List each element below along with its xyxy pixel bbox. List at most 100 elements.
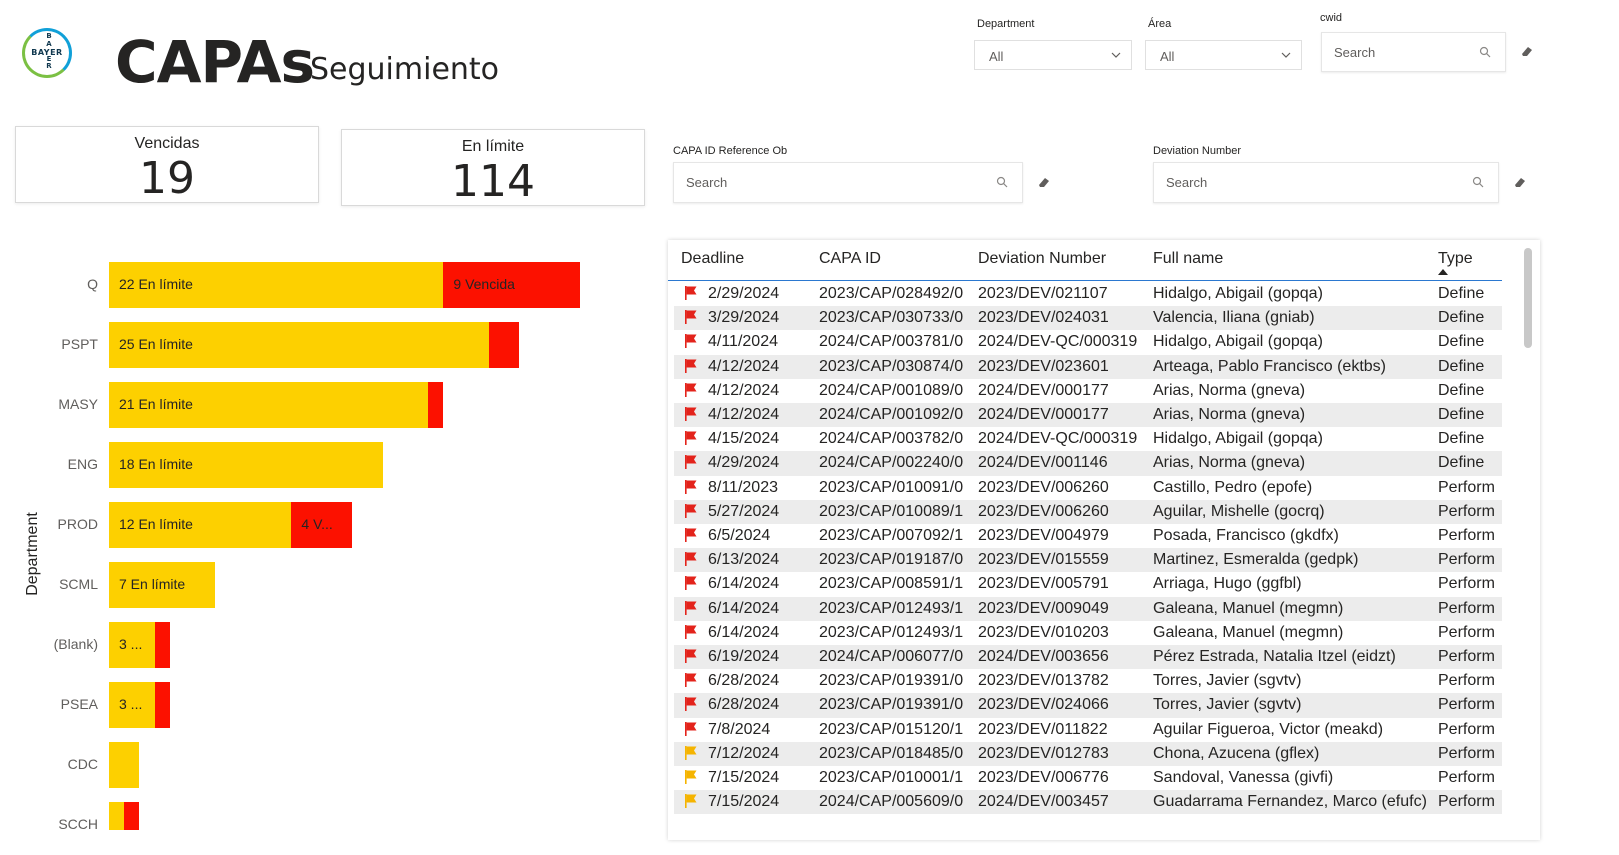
cell-type: Perform	[1438, 769, 1495, 786]
cell-deadline: 6/13/2024	[708, 551, 780, 569]
table-row[interactable]: 6/28/2024 2023/CAP/019391/0 2023/DEV/02406…	[674, 693, 1502, 718]
table-row[interactable]: 6/19/2024 2024/CAP/006077/0 2024/DEV/00365…	[674, 645, 1502, 670]
cell-dev: 2024/DEV-QC/000319	[978, 430, 1138, 448]
cell-type: Perform	[1438, 527, 1495, 544]
category-label: MASY	[58, 396, 98, 412]
cell-dev: 2023/DEV/015559	[978, 551, 1109, 569]
cell-dev: 2023/DEV/006260	[978, 478, 1109, 496]
cell-name: Arriaga, Hugo (ggfbl)	[1153, 575, 1302, 593]
table-row[interactable]: 5/27/2024 2023/CAP/010089/1 2023/DEV/00626…	[674, 499, 1502, 524]
red-flag-icon	[685, 528, 697, 542]
table-row[interactable]: 4/11/2024 2024/CAP/003781/0 2024/DEV-QC/00…	[674, 330, 1502, 354]
search-icon	[1472, 176, 1484, 188]
category-label: (Blank)	[53, 636, 98, 652]
table-row[interactable]: 7/15/2024 2023/CAP/010001/1 2023/DEV/00677…	[674, 766, 1502, 790]
cwid-search-input[interactable]: Search	[1321, 32, 1506, 72]
table-row[interactable]: 7/8/2024 2023/CAP/015120/1 2023/DEV/011822…	[674, 718, 1502, 742]
kpi-en-limite-label: En límite	[461, 138, 525, 155]
clear-selections-eraser-icon[interactable]	[1520, 44, 1534, 58]
bar-en-limite[interactable]	[109, 742, 140, 788]
cell-capa: 2023/CAP/012493/1	[819, 599, 964, 617]
column-header-deadline[interactable]: Deadline	[681, 250, 744, 268]
column-header-full-name[interactable]: Full name	[1153, 250, 1223, 268]
cell-dev: 2023/DEV/023601	[978, 357, 1109, 375]
cell-deadline: 6/5/2024	[708, 527, 771, 544]
department-dropdown[interactable]: All	[974, 40, 1132, 70]
cell-capa: 2023/CAP/015120/1	[819, 720, 964, 738]
table-row[interactable]: 4/12/2024 2024/CAP/001089/0 2024/DEV/00017…	[674, 379, 1502, 403]
table-row[interactable]: 6/5/2024 2023/CAP/007092/1 2023/DEV/004979…	[674, 524, 1502, 548]
cell-dev: 2023/DEV/011822	[978, 720, 1108, 738]
cell-name: Aguilar, Mishelle (gocrq)	[1153, 502, 1325, 520]
table-row[interactable]: 6/28/2024 2023/CAP/019391/0 2023/DEV/01378…	[674, 669, 1502, 693]
cell-dev: 2023/DEV/013782	[978, 672, 1109, 690]
cell-name: Hidalgo, Abigail (gopqa)	[1153, 430, 1323, 448]
table-row[interactable]: 4/12/2024 2023/CAP/030874/0 2023/DEV/02360…	[674, 354, 1502, 379]
cell-capa: 2023/CAP/010001/1	[819, 769, 964, 786]
red-flag-icon	[685, 503, 697, 518]
cell-dev: 2023/DEV/006776	[978, 769, 1109, 786]
cell-type: Define	[1438, 454, 1485, 472]
table-row[interactable]: 6/14/2024 2023/CAP/012493/1 2023/DEV/01020…	[674, 621, 1502, 645]
red-flag-icon	[685, 310, 697, 325]
cell-type: Perform	[1438, 502, 1495, 520]
red-flag-icon	[685, 431, 697, 446]
cell-type: Define	[1438, 285, 1485, 302]
red-flag-icon	[685, 407, 697, 421]
table-row[interactable]: 4/12/2024 2024/CAP/001092/0 2024/DEV/00017…	[674, 403, 1502, 428]
bar-vencida[interactable]	[428, 382, 444, 428]
table-row[interactable]: 2/29/2024 2023/CAP/028492/0 2023/DEV/02110…	[674, 282, 1502, 306]
cell-name: Galeana, Manuel (megmn)	[1153, 599, 1344, 617]
bar-vencida[interactable]	[154, 682, 170, 728]
bar-en-limite[interactable]	[109, 802, 125, 830]
cell-capa: 2024/CAP/005609/0	[819, 793, 964, 811]
cell-name: Arias, Norma (gneva)	[1153, 381, 1306, 399]
deviation-search-input[interactable]: Search	[1153, 162, 1499, 203]
red-flag-icon	[685, 334, 697, 349]
column-header-capa-id[interactable]: CAPA ID	[819, 250, 881, 268]
clear-selections-eraser-icon[interactable]	[1513, 175, 1527, 189]
cell-deadline: 6/28/2024	[708, 696, 780, 714]
table-row[interactable]: 4/15/2024 2024/CAP/003782/0 2024/DEV-QC/00…	[674, 427, 1502, 451]
bar-data-label: 22 En límite	[119, 276, 193, 292]
cell-type: Perform	[1438, 744, 1495, 762]
cell-capa: 2023/CAP/008591/1	[819, 575, 964, 593]
capa-table[interactable]: Deadline CAPA ID Deviation Number Full n…	[668, 240, 1540, 840]
area-dropdown[interactable]: All	[1145, 40, 1302, 70]
cell-type: Define	[1438, 357, 1485, 375]
cell-name: Arias, Norma (gneva)	[1153, 454, 1306, 472]
cell-deadline: 4/29/2024	[708, 454, 780, 472]
cell-dev: 2023/DEV/004979	[978, 527, 1109, 544]
table-row[interactable]: 6/13/2024 2023/CAP/019187/0 2023/DEV/01555…	[674, 548, 1502, 573]
bar-vencida[interactable]	[124, 802, 140, 830]
cell-type: Define	[1438, 309, 1485, 327]
kpi-vencidas-value: 19	[139, 153, 195, 204]
bar-vencida[interactable]	[154, 622, 170, 668]
cell-deadline: 6/19/2024	[708, 648, 780, 665]
search-icon	[996, 176, 1008, 188]
cell-capa: 2023/CAP/030874/0	[819, 357, 964, 375]
bar-vencida[interactable]	[489, 322, 520, 368]
cell-dev: 2024/DEV/000177	[978, 406, 1109, 423]
cell-name: Galeana, Manuel (megmn)	[1153, 623, 1344, 641]
cell-dev: 2023/DEV/009049	[978, 599, 1109, 617]
table-row[interactable]: 7/12/2024 2023/CAP/018485/0 2023/DEV/01278…	[674, 741, 1502, 766]
cell-capa: 2024/CAP/001089/0	[819, 381, 964, 399]
table-row[interactable]: 4/29/2024 2024/CAP/002240/0 2024/DEV/00114…	[674, 451, 1502, 476]
table-row[interactable]: 8/11/2023 2023/CAP/010091/0 2023/DEV/00626…	[674, 476, 1502, 500]
cell-name: Torres, Javier (sgvtv)	[1153, 672, 1302, 690]
table-row[interactable]: 6/14/2024 2023/CAP/012493/1 2023/DEV/00904…	[674, 596, 1502, 621]
cell-deadline: 8/11/2023	[708, 478, 778, 496]
clear-selections-eraser-icon[interactable]	[1037, 175, 1051, 189]
table-scrollbar[interactable]	[1524, 248, 1532, 348]
department-bar-chart[interactable]: Q 22 En límite 9 Vencida PSPT 25 En límite MA…	[0, 240, 650, 830]
department-slicer-label: Department	[977, 18, 1035, 30]
column-header-deviation-number[interactable]: Deviation Number	[978, 250, 1106, 268]
column-header-type[interactable]: Type	[1438, 250, 1473, 268]
table-row[interactable]: 3/29/2024 2023/CAP/030733/0 2023/DEV/02403…	[674, 306, 1502, 331]
cell-deadline: 6/14/2024	[708, 623, 780, 641]
capa-id-search-input[interactable]: Search	[673, 162, 1023, 203]
cell-name: Arias, Norma (gneva)	[1153, 406, 1306, 423]
table-row[interactable]: 7/15/2024 2024/CAP/005609/0 2024/DEV/00345…	[674, 790, 1502, 815]
table-row[interactable]: 6/14/2024 2023/CAP/008591/1 2023/DEV/00579…	[674, 572, 1502, 596]
